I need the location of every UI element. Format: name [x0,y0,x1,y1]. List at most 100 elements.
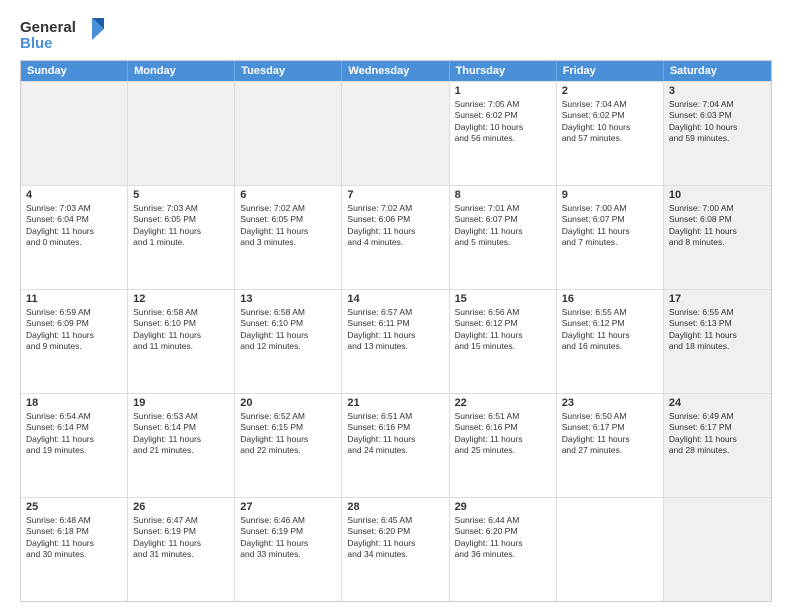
day-number: 3 [669,85,766,97]
cell-info: Sunrise: 6:57 AMSunset: 6:11 PMDaylight:… [347,307,443,353]
day-cell-18: 18 Sunrise: 6:54 AMSunset: 6:14 PMDayligh… [21,394,128,497]
week-row-3: 11 Sunrise: 6:59 AMSunset: 6:09 PMDayligh… [21,289,771,393]
day-cell-3: 3 Sunrise: 7:04 AMSunset: 6:03 PMDaylight… [664,82,771,185]
day-number: 8 [455,189,551,201]
day-number: 13 [240,293,336,305]
day-number: 25 [26,501,122,513]
cell-info: Sunrise: 6:53 AMSunset: 6:14 PMDaylight:… [133,411,229,457]
day-number: 26 [133,501,229,513]
day-cell-20: 20 Sunrise: 6:52 AMSunset: 6:15 PMDayligh… [235,394,342,497]
cell-info: Sunrise: 6:55 AMSunset: 6:12 PMDaylight:… [562,307,658,353]
day-cell-12: 12 Sunrise: 6:58 AMSunset: 6:10 PMDayligh… [128,290,235,393]
day-cell-28: 28Sunrise: 6:45 AMSunset: 6:20 PMDayligh… [342,498,449,601]
header-day-saturday: Saturday [664,61,771,81]
day-cell-23: 23 Sunrise: 6:50 AMSunset: 6:17 PMDayligh… [557,394,664,497]
day-cell-24: 24Sunrise: 6:49 AMSunset: 6:17 PMDayligh… [664,394,771,497]
svg-text:Blue: Blue [20,35,53,52]
cell-info: Sunrise: 6:46 AMSunset: 6:19 PMDaylight:… [240,515,336,561]
header-day-friday: Friday [557,61,664,81]
empty-cell [342,82,449,185]
cell-info: Sunrise: 6:59 AMSunset: 6:09 PMDaylight:… [26,307,122,353]
calendar-header: SundayMondayTuesdayWednesdayThursdayFrid… [21,61,771,81]
day-number: 20 [240,397,336,409]
day-number: 9 [562,189,658,201]
empty-cell [21,82,128,185]
cell-info: Sunrise: 6:44 AMSunset: 6:20 PMDaylight:… [455,515,551,561]
header-day-wednesday: Wednesday [342,61,449,81]
cell-info: Sunrise: 6:47 AMSunset: 6:19 PMDaylight:… [133,515,229,561]
cell-info: Sunrise: 6:45 AMSunset: 6:20 PMDaylight:… [347,515,443,561]
day-number: 6 [240,189,336,201]
day-number: 14 [347,293,443,305]
day-cell-29: 29 Sunrise: 6:44 AMSunset: 6:20 PMDayligh… [450,498,557,601]
day-cell-16: 16 Sunrise: 6:55 AMSunset: 6:12 PMDayligh… [557,290,664,393]
day-cell-13: 13 Sunrise: 6:58 AMSunset: 6:10 PMDayligh… [235,290,342,393]
logo: GeneralBlue [20,16,110,52]
header-day-sunday: Sunday [21,61,128,81]
cell-info: Sunrise: 6:50 AMSunset: 6:17 PMDaylight:… [562,411,658,457]
empty-cell [557,498,664,601]
svg-text:General: General [20,19,76,36]
cell-info: Sunrise: 7:04 AMSunset: 6:02 PMDaylight:… [562,99,658,145]
cell-info: Sunrise: 6:54 AMSunset: 6:14 PMDaylight:… [26,411,122,457]
calendar-body: 1 Sunrise: 7:05 AMSunset: 6:02 PMDaylight… [21,81,771,601]
day-number: 23 [562,397,658,409]
cell-info: Sunrise: 7:01 AMSunset: 6:07 PMDaylight:… [455,203,551,249]
cell-info: Sunrise: 7:03 AMSunset: 6:05 PMDaylight:… [133,203,229,249]
cell-info: Sunrise: 6:58 AMSunset: 6:10 PMDaylight:… [133,307,229,353]
day-cell-17: 17 Sunrise: 6:55 AMSunset: 6:13 PMDayligh… [664,290,771,393]
cell-info: Sunrise: 7:02 AMSunset: 6:06 PMDaylight:… [347,203,443,249]
week-row-5: 25 Sunrise: 6:48 AMSunset: 6:18 PMDayligh… [21,497,771,601]
cell-info: Sunrise: 6:51 AMSunset: 6:16 PMDaylight:… [347,411,443,457]
day-cell-8: 8 Sunrise: 7:01 AMSunset: 6:07 PMDaylight… [450,186,557,289]
day-cell-1: 1 Sunrise: 7:05 AMSunset: 6:02 PMDaylight… [450,82,557,185]
day-cell-21: 21 Sunrise: 6:51 AMSunset: 6:16 PMDayligh… [342,394,449,497]
day-number: 27 [240,501,336,513]
day-cell-19: 19 Sunrise: 6:53 AMSunset: 6:14 PMDayligh… [128,394,235,497]
header-day-tuesday: Tuesday [235,61,342,81]
day-number: 1 [455,85,551,97]
cell-info: Sunrise: 6:58 AMSunset: 6:10 PMDaylight:… [240,307,336,353]
cell-info: Sunrise: 6:48 AMSunset: 6:18 PMDaylight:… [26,515,122,561]
day-number: 19 [133,397,229,409]
header-day-thursday: Thursday [450,61,557,81]
day-cell-9: 9Sunrise: 7:00 AMSunset: 6:07 PMDaylight… [557,186,664,289]
day-cell-27: 27 Sunrise: 6:46 AMSunset: 6:19 PMDayligh… [235,498,342,601]
day-number: 29 [455,501,551,513]
cell-info: Sunrise: 6:56 AMSunset: 6:12 PMDaylight:… [455,307,551,353]
day-cell-26: 26 Sunrise: 6:47 AMSunset: 6:19 PMDayligh… [128,498,235,601]
header-day-monday: Monday [128,61,235,81]
empty-cell [664,498,771,601]
day-number: 12 [133,293,229,305]
cell-info: Sunrise: 7:03 AMSunset: 6:04 PMDaylight:… [26,203,122,249]
logo-svg: GeneralBlue [20,16,110,52]
cell-info: Sunrise: 7:04 AMSunset: 6:03 PMDaylight:… [669,99,766,145]
week-row-1: 1 Sunrise: 7:05 AMSunset: 6:02 PMDaylight… [21,81,771,185]
cell-info: Sunrise: 7:00 AMSunset: 6:08 PMDaylight:… [669,203,766,249]
cell-info: Sunrise: 6:55 AMSunset: 6:13 PMDaylight:… [669,307,766,353]
day-number: 21 [347,397,443,409]
day-cell-14: 14 Sunrise: 6:57 AMSunset: 6:11 PMDayligh… [342,290,449,393]
day-number: 16 [562,293,658,305]
cell-info: Sunrise: 6:51 AMSunset: 6:16 PMDaylight:… [455,411,551,457]
day-number: 22 [455,397,551,409]
cell-info: Sunrise: 7:05 AMSunset: 6:02 PMDaylight:… [455,99,551,145]
day-cell-22: 22 Sunrise: 6:51 AMSunset: 6:16 PMDayligh… [450,394,557,497]
day-cell-11: 11 Sunrise: 6:59 AMSunset: 6:09 PMDayligh… [21,290,128,393]
day-number: 5 [133,189,229,201]
day-number: 2 [562,85,658,97]
day-number: 7 [347,189,443,201]
empty-cell [128,82,235,185]
day-number: 18 [26,397,122,409]
day-number: 4 [26,189,122,201]
day-cell-10: 10Sunrise: 7:00 AMSunset: 6:08 PMDayligh… [664,186,771,289]
day-cell-25: 25 Sunrise: 6:48 AMSunset: 6:18 PMDayligh… [21,498,128,601]
day-number: 11 [26,293,122,305]
day-cell-4: 4 Sunrise: 7:03 AMSunset: 6:04 PMDaylight… [21,186,128,289]
cell-info: Sunrise: 6:52 AMSunset: 6:15 PMDaylight:… [240,411,336,457]
day-cell-6: 6Sunrise: 7:02 AMSunset: 6:05 PMDaylight… [235,186,342,289]
day-number: 15 [455,293,551,305]
page-header: GeneralBlue [20,16,772,52]
day-number: 24 [669,397,766,409]
day-number: 17 [669,293,766,305]
